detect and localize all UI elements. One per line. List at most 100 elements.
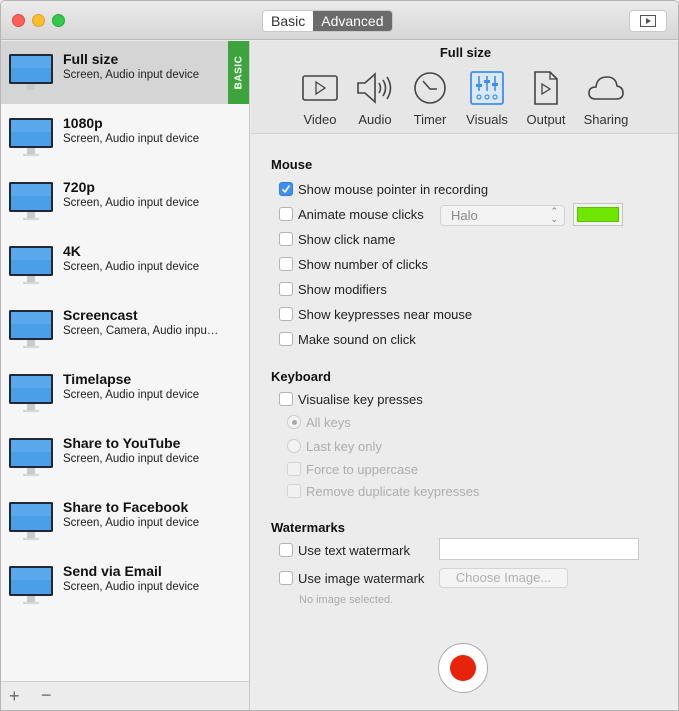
checkbox-label: Force to uppercase <box>306 461 419 477</box>
checkbox-label: Make sound on click <box>298 331 416 347</box>
preset-name: Send via Email <box>63 563 162 579</box>
checkbox-label: Show modifiers <box>298 281 387 297</box>
preset-item[interactable]: Send via Email Screen, Audio input device <box>1 553 249 616</box>
mouse-option-checkbox[interactable]: Show modifiers <box>279 280 387 298</box>
tab-visuals[interactable]: Visuals <box>459 70 515 127</box>
sliders-icon <box>470 71 504 105</box>
preset-item[interactable]: 1080p Screen, Audio input device <box>1 105 249 168</box>
segment-basic[interactable]: Basic <box>263 11 314 31</box>
minimize-window-button[interactable] <box>32 14 45 27</box>
click-color-well[interactable] <box>573 203 623 226</box>
video-icon <box>302 75 338 101</box>
watermark-text-input[interactable] <box>439 538 639 560</box>
file-play-icon <box>534 71 558 105</box>
monitor-icon <box>9 566 53 604</box>
checkbox-label: Animate mouse clicks <box>298 206 424 222</box>
mouse-option-checkbox[interactable]: Animate mouse clicks <box>279 205 424 223</box>
record-button[interactable] <box>438 643 488 693</box>
visualise-keypresses-checkbox[interactable]: Visualise key presses <box>279 390 423 408</box>
checkbox-label: Remove duplicate keypresses <box>306 483 480 499</box>
checkbox-label: Visualise key presses <box>298 391 423 407</box>
no-image-status: No image selected. <box>299 594 394 606</box>
preset-name: 720p <box>63 179 95 195</box>
monitor-icon <box>9 182 53 220</box>
tab-output-label: Output <box>526 112 566 127</box>
preset-name: 4K <box>63 243 81 259</box>
preset-sources: Screen, Camera, Audio inpu… <box>63 325 219 337</box>
monitor-icon <box>9 374 53 412</box>
settings-header: Full size Video Audio Timer Visuals Outp… <box>251 41 678 134</box>
tab-output[interactable]: Output <box>518 70 574 127</box>
mouse-option-checkbox[interactable]: Show click name <box>279 230 396 248</box>
preset-sidebar: Full size Screen, Audio input device BASIC… <box>1 41 250 710</box>
cloud-icon <box>588 76 624 100</box>
checkbox-box <box>279 232 293 246</box>
checkbox-box <box>279 257 293 271</box>
tab-video-label: Video <box>303 112 337 127</box>
preset-name: 1080p <box>63 115 103 131</box>
radio-last-key-only[interactable]: Last key only <box>287 437 382 455</box>
preset-item[interactable]: Share to Facebook Screen, Audio input dev… <box>1 489 249 552</box>
monitor-icon <box>9 502 53 540</box>
settings-panel: Full size Video Audio Timer Visuals Outp… <box>251 41 678 710</box>
monitor-icon <box>9 54 53 92</box>
force-uppercase-checkbox[interactable]: Force to uppercase <box>287 460 418 478</box>
tab-audio-label: Audio <box>358 112 392 127</box>
click-animation-select[interactable]: Halo ⌃ ⌄ <box>440 205 565 226</box>
tab-audio[interactable]: Audio <box>347 70 403 127</box>
preset-title: Full size <box>439 45 492 60</box>
preset-sources: Screen, Audio input device <box>63 389 200 401</box>
add-preset-button[interactable]: + <box>9 686 20 707</box>
click-animation-value: Halo <box>451 208 478 223</box>
mouse-option-checkbox[interactable]: Show keypresses near mouse <box>279 305 472 323</box>
choose-image-button[interactable]: Choose Image... <box>439 568 568 588</box>
close-window-button[interactable] <box>12 14 25 27</box>
remove-duplicates-checkbox[interactable]: Remove duplicate keypresses <box>287 482 479 500</box>
checkbox-label: Use image watermark <box>298 570 425 586</box>
checkbox-box <box>287 484 301 498</box>
checkbox-label: Show number of clicks <box>298 256 429 272</box>
preset-item[interactable]: Share to YouTube Screen, Audio input devi… <box>1 425 249 488</box>
radio-all-keys[interactable]: All keys <box>287 413 351 431</box>
mouse-option-checkbox[interactable]: Make sound on click <box>279 330 416 348</box>
preset-item[interactable]: Screencast Screen, Camera, Audio inpu… <box>1 297 249 360</box>
preset-name: Share to YouTube <box>63 435 181 451</box>
preset-sources: Screen, Audio input device <box>63 517 200 529</box>
preset-name: Timelapse <box>63 371 132 387</box>
mouse-option-checkbox[interactable]: Show number of clicks <box>279 255 428 273</box>
image-watermark-checkbox[interactable]: Use image watermark <box>279 569 424 587</box>
tab-video[interactable]: Video <box>292 70 348 127</box>
checkbox-label: Show mouse pointer in recording <box>298 181 489 197</box>
preset-name: Screencast <box>63 307 138 323</box>
preview-button[interactable] <box>629 10 667 32</box>
clock-icon <box>414 72 446 104</box>
tab-sharing-label: Sharing <box>583 112 629 127</box>
text-watermark-checkbox[interactable]: Use text watermark <box>279 541 410 559</box>
segment-advanced[interactable]: Advanced <box>313 11 392 31</box>
checkmark-icon <box>279 182 293 196</box>
remove-preset-button[interactable]: − <box>41 685 52 706</box>
checkbox-box <box>279 392 293 406</box>
monitor-icon <box>9 246 53 284</box>
preset-name: Share to Facebook <box>63 499 189 515</box>
mode-segmented-control: Basic Advanced <box>262 10 393 32</box>
zoom-window-button[interactable] <box>52 14 65 27</box>
preset-item[interactable]: Full size Screen, Audio input device BASIC <box>1 41 249 104</box>
tab-sharing[interactable]: Sharing <box>578 70 634 127</box>
select-arrows-icon: ⌃ ⌄ <box>550 206 558 224</box>
click-color-swatch <box>577 207 619 222</box>
preset-item[interactable]: Timelapse Screen, Audio input device <box>1 361 249 424</box>
mouse-section-title: Mouse <box>271 157 313 172</box>
checkbox-label: Show keypresses near mouse <box>298 306 473 322</box>
preset-item[interactable]: 720p Screen, Audio input device <box>1 169 249 232</box>
radio-selected-icon <box>287 415 301 429</box>
radio-unselected-icon <box>287 439 301 453</box>
preset-sources: Screen, Audio input device <box>63 261 200 273</box>
preset-item[interactable]: 4K Screen, Audio input device <box>1 233 249 296</box>
mouse-option-checkbox[interactable]: Show mouse pointer in recording <box>279 180 488 198</box>
keyboard-section-title: Keyboard <box>271 369 331 384</box>
checkbox-label: Use text watermark <box>298 542 410 558</box>
watermarks-section-title: Watermarks <box>271 520 345 535</box>
tab-timer[interactable]: Timer <box>402 70 458 127</box>
sidebar-footer: + − <box>1 681 249 710</box>
